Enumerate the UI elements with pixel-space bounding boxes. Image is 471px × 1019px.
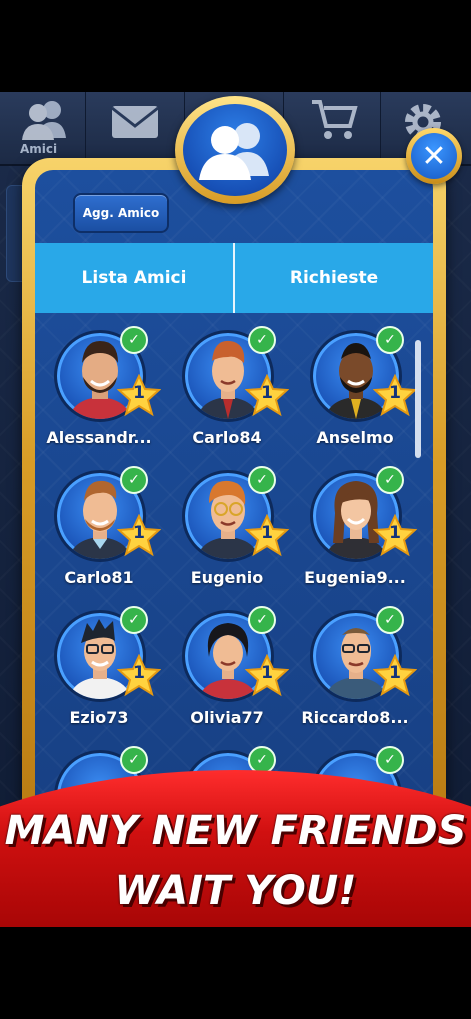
friend-level: 1 bbox=[133, 523, 145, 543]
level-star-icon: 1 bbox=[244, 653, 290, 698]
level-star-icon: 1 bbox=[244, 373, 290, 418]
promo-line-2: WAIT YOU! bbox=[114, 868, 357, 914]
friend-card[interactable]: ✓ 1 Carlo84 bbox=[163, 326, 291, 460]
friend-level: 1 bbox=[389, 383, 401, 403]
friend-avatar: ✓ 1 bbox=[182, 466, 290, 562]
nav-messages[interactable] bbox=[86, 92, 185, 164]
friend-name: Olivia77 bbox=[190, 708, 264, 727]
friend-name: Anselmo bbox=[316, 428, 394, 447]
friend-card[interactable]: ✓ 1 Eugenio bbox=[163, 466, 291, 600]
friend-name: Eugenio bbox=[190, 568, 264, 587]
online-check-icon: ✓ bbox=[120, 466, 148, 494]
friend-avatar: ✓ 1 bbox=[54, 606, 162, 702]
friend-level: 1 bbox=[133, 383, 145, 403]
close-button[interactable]: ✕ bbox=[406, 128, 462, 184]
level-star-icon: 1 bbox=[116, 373, 162, 418]
friend-card[interactable]: ✓ 1 Alessandr... bbox=[35, 326, 163, 460]
level-star-icon: 1 bbox=[244, 513, 290, 558]
friend-card[interactable]: ✓ 1 Anselmo bbox=[291, 326, 419, 460]
friend-name: Alessandr... bbox=[46, 428, 152, 447]
level-star-icon: 1 bbox=[116, 513, 162, 558]
close-icon: ✕ bbox=[411, 133, 457, 179]
online-check-icon: ✓ bbox=[376, 746, 404, 774]
friend-level: 1 bbox=[261, 383, 273, 403]
add-friend-button[interactable]: Agg. Amico bbox=[73, 193, 169, 233]
friend-name: Eugenia9... bbox=[304, 568, 406, 587]
friend-level: 1 bbox=[133, 663, 145, 683]
online-check-icon: ✓ bbox=[248, 746, 276, 774]
status-area bbox=[0, 0, 471, 92]
friend-avatar: ✓ 1 bbox=[182, 326, 290, 422]
friends-emblem bbox=[175, 96, 295, 204]
friend-avatar: ✓ 1 bbox=[310, 606, 418, 702]
bottom-area bbox=[0, 927, 471, 1019]
level-star-icon: 1 bbox=[372, 373, 418, 418]
friend-name: Riccardo8... bbox=[301, 708, 409, 727]
friend-avatar: ✓ 1 bbox=[310, 326, 418, 422]
online-check-icon: ✓ bbox=[376, 466, 404, 494]
nav-shop[interactable] bbox=[284, 92, 381, 164]
friend-name: Carlo81 bbox=[64, 568, 134, 587]
friend-card[interactable]: ✓ 1 Eugenia9... bbox=[291, 466, 419, 600]
friend-name: Ezio73 bbox=[69, 708, 129, 727]
nav-friends-label: Amici bbox=[20, 142, 58, 156]
online-check-icon: ✓ bbox=[120, 606, 148, 634]
online-check-icon: ✓ bbox=[248, 326, 276, 354]
friend-level: 1 bbox=[389, 523, 401, 543]
mail-icon bbox=[111, 106, 159, 138]
friends-scrollbar[interactable] bbox=[415, 340, 421, 458]
friend-avatar: ✓ 1 bbox=[54, 466, 162, 562]
friend-card[interactable]: ✓ 1 Ezio73 bbox=[35, 606, 163, 740]
friend-avatar: ✓ 1 bbox=[54, 326, 162, 422]
online-check-icon: ✓ bbox=[120, 746, 148, 774]
online-check-icon: ✓ bbox=[120, 326, 148, 354]
friends-panel-body: Agg. Amico Lista Amici Richieste ✓ 1 Ale… bbox=[35, 170, 433, 870]
friend-card[interactable]: ✓ 1 Riccardo8... bbox=[291, 606, 419, 740]
promo-line-1: MANY NEW FRIENDS bbox=[4, 808, 467, 854]
friends-icon bbox=[22, 101, 66, 140]
friend-level: 1 bbox=[389, 663, 401, 683]
tab-requests[interactable]: Richieste bbox=[235, 243, 433, 313]
friend-card[interactable]: ✓ 1 Olivia77 bbox=[163, 606, 291, 740]
nav-friends[interactable]: Amici bbox=[0, 92, 86, 164]
online-check-icon: ✓ bbox=[376, 326, 404, 354]
friend-card[interactable]: ✓ 1 Carlo81 bbox=[35, 466, 163, 600]
level-star-icon: 1 bbox=[372, 513, 418, 558]
online-check-icon: ✓ bbox=[248, 466, 276, 494]
friend-avatar: ✓ 1 bbox=[182, 606, 290, 702]
friend-level: 1 bbox=[261, 523, 273, 543]
friend-level: 1 bbox=[261, 663, 273, 683]
friends-icon bbox=[199, 123, 269, 180]
tab-friends-list[interactable]: Lista Amici bbox=[35, 243, 233, 313]
friend-avatar: ✓ 1 bbox=[310, 466, 418, 562]
friends-panel: Agg. Amico Lista Amici Richieste ✓ 1 Ale… bbox=[22, 158, 446, 870]
friends-tabs: Lista Amici Richieste bbox=[35, 243, 433, 313]
cart-icon bbox=[312, 100, 358, 139]
friend-name: Carlo84 bbox=[192, 428, 262, 447]
online-check-icon: ✓ bbox=[376, 606, 404, 634]
level-star-icon: 1 bbox=[116, 653, 162, 698]
online-check-icon: ✓ bbox=[248, 606, 276, 634]
level-star-icon: 1 bbox=[372, 653, 418, 698]
